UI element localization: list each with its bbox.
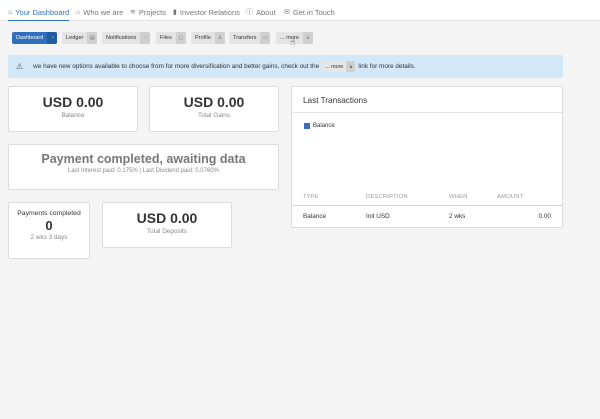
nav-label: Get in Touch bbox=[292, 7, 335, 17]
row-type: Balance bbox=[303, 213, 327, 220]
chart-icon: ▮ bbox=[173, 9, 177, 16]
payments-completed-card: Payments completed 0 2 wks 3 days bbox=[8, 202, 90, 259]
subnav-label: Files bbox=[160, 35, 172, 41]
nav-label: About bbox=[256, 7, 276, 17]
layers-icon: ≋ bbox=[130, 9, 136, 16]
mail-icon: ✉ bbox=[284, 9, 290, 16]
nav-label: Who we are bbox=[83, 7, 124, 17]
column-header-when: WHEN bbox=[449, 194, 468, 200]
row-description: Init USD bbox=[366, 213, 390, 220]
nav-projects[interactable]: ≋ Projects bbox=[130, 4, 166, 20]
dashboard-gauge-icon: ◔ bbox=[47, 32, 58, 44]
total-gains-value: USD 0.00 bbox=[183, 94, 245, 110]
payments-completed-count: 0 bbox=[45, 218, 53, 233]
chart-legend[interactable]: Balance bbox=[304, 123, 335, 129]
ledger-icon: ▤ bbox=[87, 32, 98, 44]
panel-divider bbox=[292, 112, 562, 113]
row-amount: 0.00 bbox=[538, 213, 551, 220]
total-gains-label: Total Gains bbox=[198, 112, 230, 119]
nav-investor-relations[interactable]: ▮ Investor Relations bbox=[173, 4, 240, 20]
subnav-label: Notifications bbox=[106, 35, 137, 41]
more-arrow-icon: ↳ bbox=[302, 32, 313, 44]
legend-swatch bbox=[304, 123, 310, 129]
banner-text-after: link for more details. bbox=[358, 63, 416, 70]
nav-label: Investor Relations bbox=[179, 7, 240, 17]
column-header-type: TYPE bbox=[303, 194, 319, 200]
subnav-transfers-button[interactable]: Transfers ▭ bbox=[229, 32, 271, 44]
dashboard-icon: ⌂ bbox=[8, 8, 13, 16]
total-deposits-value: USD 0.00 bbox=[136, 210, 198, 226]
row-when: 2 wks bbox=[449, 213, 466, 220]
warning-icon: ⚠ bbox=[16, 62, 24, 71]
subnav-ledger-button[interactable]: Ledger ▤ bbox=[62, 32, 98, 44]
subnav-profile-button[interactable]: Profile ♙ bbox=[191, 32, 225, 44]
nav-label: Your Dashboard bbox=[15, 7, 70, 17]
column-header-description: DESCRIPTION bbox=[366, 194, 408, 200]
subnav-dashboard-button[interactable]: Dashboard ◔ bbox=[12, 32, 58, 44]
nav-your-dashboard[interactable]: ⌂ Your Dashboard bbox=[8, 4, 70, 21]
nav-get-in-touch[interactable]: ✉ Get in Touch bbox=[284, 4, 335, 20]
files-icon: ▢ bbox=[175, 32, 186, 44]
column-header-amount: AMOUNT bbox=[497, 194, 524, 200]
notifications-icon: ◌ bbox=[140, 32, 151, 44]
table-header-divider bbox=[292, 205, 562, 206]
subnav-files-button[interactable]: Files ▢ bbox=[156, 32, 186, 44]
subnav-label: Dashboard bbox=[16, 35, 44, 41]
more-arrow-icon: ↳ bbox=[346, 61, 356, 72]
payments-completed-duration: 2 wks 3 days bbox=[30, 234, 68, 241]
total-deposits-label: Total Deposits bbox=[146, 228, 188, 235]
legend-label: Balance bbox=[313, 123, 335, 129]
payments-completed-label: Payments completed bbox=[17, 210, 81, 217]
subnav-notifications-button[interactable]: Notifications ◌ bbox=[102, 32, 151, 44]
info-icon: ⓘ bbox=[246, 9, 253, 16]
nav-who-we-are[interactable]: ⌂ Who we are bbox=[76, 4, 123, 20]
subnav-label: Profile bbox=[195, 35, 211, 41]
mouse-pointer-icon: ☝ bbox=[290, 37, 296, 47]
info-banner: ⚠ we have new options available to choos… bbox=[8, 55, 563, 78]
nav-label: Projects bbox=[138, 7, 166, 17]
balance-value: USD 0.00 bbox=[42, 94, 104, 110]
total-deposits-card: USD 0.00 Total Deposits bbox=[102, 202, 232, 248]
subnav-label: Transfers bbox=[233, 35, 257, 41]
transfers-icon: ▭ bbox=[260, 32, 271, 44]
payment-status-card: Payment completed, awaiting data Last In… bbox=[8, 144, 279, 190]
home-icon: ⌂ bbox=[76, 8, 81, 16]
banner-more-label: ... more bbox=[325, 63, 344, 70]
profile-icon: ♙ bbox=[214, 32, 225, 44]
payment-status-title: Payment completed, awaiting data bbox=[41, 152, 246, 166]
subnav-label: Ledger bbox=[66, 35, 84, 41]
last-transactions-panel: Last Transactions Balance TYPE DESCRIPTI… bbox=[291, 86, 563, 228]
nav-about[interactable]: ⓘ About bbox=[246, 4, 276, 20]
balance-label: Balance bbox=[61, 112, 85, 119]
banner-text-before: we have new options available to choose … bbox=[33, 63, 320, 70]
payment-rates-info: Last Interest paid: 0.175% | Last Divide… bbox=[68, 168, 219, 174]
banner-more-link[interactable]: ... more ↳ bbox=[322, 61, 356, 72]
total-gains-card: USD 0.00 Total Gains bbox=[149, 86, 279, 132]
top-nav: ⌂ Your Dashboard ⌂ Who we are ≋ Projects… bbox=[0, 0, 600, 21]
last-transactions-title: Last Transactions bbox=[303, 96, 368, 105]
balance-card: USD 0.00 Balance bbox=[8, 86, 138, 132]
